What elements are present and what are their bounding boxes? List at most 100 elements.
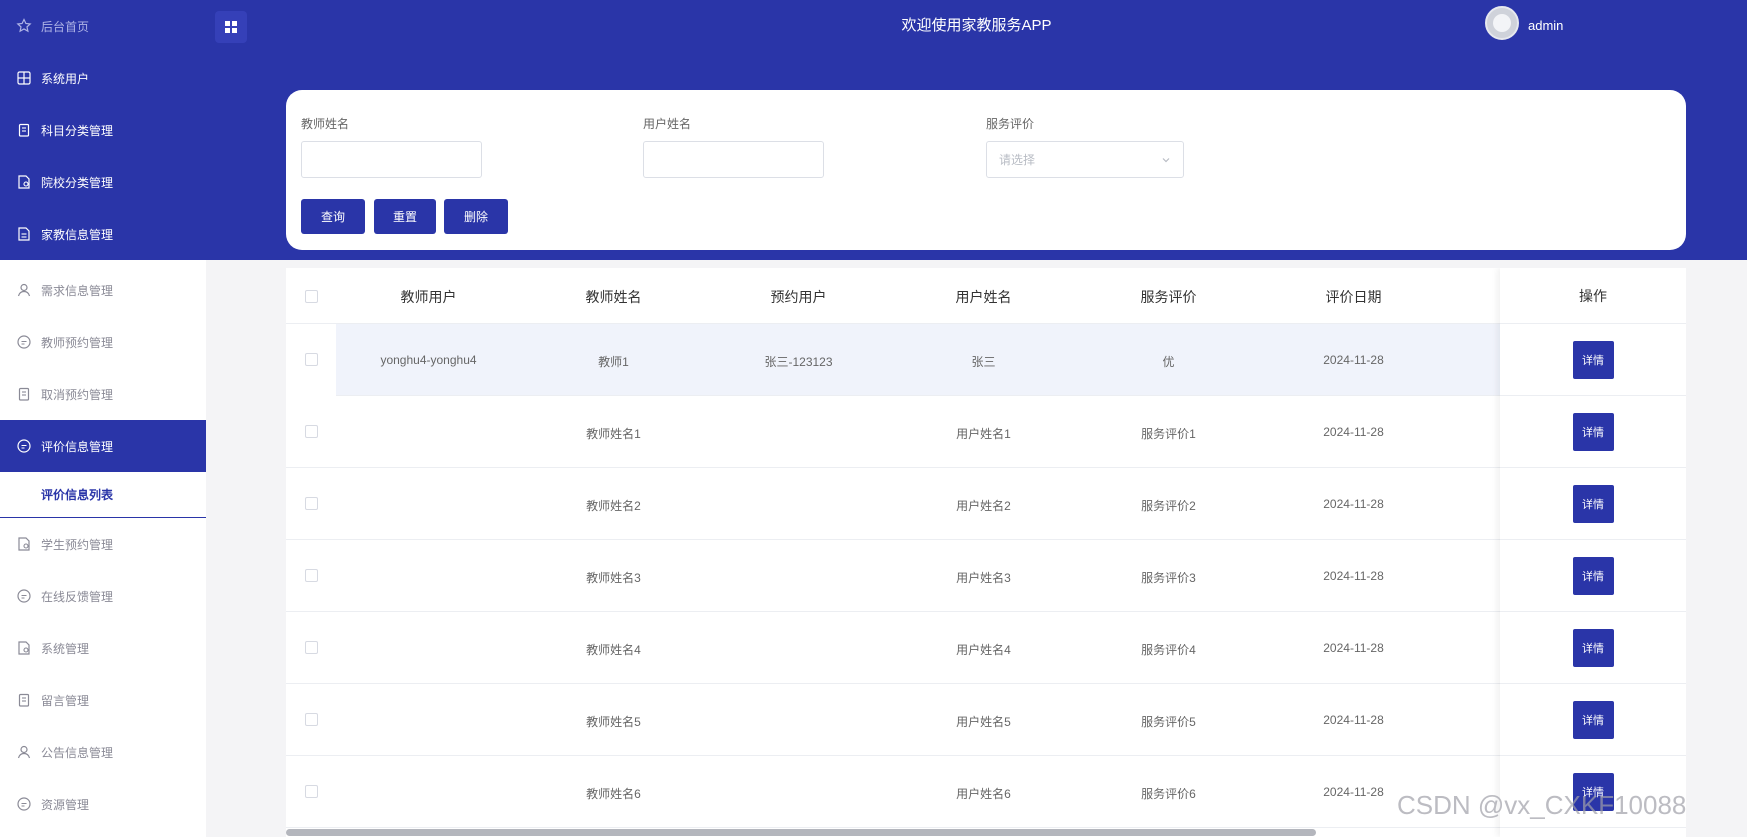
table-row[interactable]: 教师姓名2 用户姓名2 服务评价2 2024-11-28 [286,468,1686,540]
table-cell-rating: 服务评价2 [1141,499,1196,513]
table-cell-rating: 优 [1162,355,1175,369]
grid-icon [15,69,33,87]
column-header: 评价日期 [1325,289,1382,305]
table-cell-booking-user: 张三-123123 [764,355,833,369]
review-table: 教师用户 教师姓名 预约用户 用户姓名 服务评价 评价日期 yonghu4-yo… [286,268,1686,837]
row-checkbox[interactable] [305,641,318,654]
detail-button[interactable]: 详情 [1572,412,1614,451]
sidebar-item-school-category[interactable]: 院校分类管理 [0,156,206,208]
chevron-down-icon [1162,157,1170,162]
row-checkbox[interactable] [305,353,318,366]
sidebar-item-label: 留言管理 [41,693,90,708]
table-cell-user-name: 用户姓名2 [956,499,1011,513]
clipboard-icon [15,121,33,139]
table-cell-user-name: 用户姓名4 [956,643,1011,657]
select-all-checkbox[interactable] [305,290,318,303]
detail-button[interactable]: 详情 [1572,700,1614,739]
column-header: 服务评价 [1140,289,1197,305]
table-row[interactable]: yonghu4-yonghu4 教师1 张三-123123 张三 优 2024-11-28 [286,324,1686,396]
column-header: 用户姓名 [955,289,1012,305]
sidebar-item-label: 后台首页 [41,19,90,34]
sidebar-item-label: 学生预约管理 [41,537,114,552]
operations-cell: 详情 [1500,396,1686,468]
table-cell-date: 2024-11-28 [1323,713,1384,727]
query-button[interactable]: 查询 [301,199,365,234]
service-rating-select[interactable]: 请选择 [986,141,1184,178]
table-cell-teacher-user: yonghu4-yonghu4 [380,353,477,367]
chat-icon [15,587,33,605]
document-icon [15,225,33,243]
sidebar-item-label: 需求信息管理 [41,283,114,298]
table-cell-date: 2024-11-28 [1323,569,1384,583]
detail-button[interactable]: 详情 [1572,484,1614,523]
row-checkbox[interactable] [305,569,318,582]
table-row[interactable]: 教师姓名3 用户姓名3 服务评价3 2024-11-28 [286,540,1686,612]
user-name-label: 用户姓名 [643,117,692,131]
row-checkbox[interactable] [305,425,318,438]
sidebar-menu: 需求信息管理 教师预约管理 取消预约管理 评价信息管理 评价信息列表 学生预约管… [0,260,206,830]
table-cell-teacher-name: 教师姓名2 [586,499,641,513]
avatar[interactable] [1485,6,1519,40]
table-cell-date: 2024-11-28 [1323,425,1384,439]
row-checkbox[interactable] [305,713,318,726]
horizontal-scrollbar[interactable] [286,829,1316,836]
sidebar-item-label: 取消预约管理 [41,387,114,402]
sidebar-item-announcement[interactable]: 公告信息管理 [0,726,206,778]
table-cell-rating: 服务评价4 [1141,643,1196,657]
operations-cell: 详情 [1500,540,1686,612]
user-name-input[interactable] [643,141,824,178]
search-panel: 教师姓名 用户姓名 服务评价 请选择 查询 重置 删除 [286,90,1686,250]
detail-button[interactable]: 详情 [1572,340,1614,379]
document-icon [15,535,33,553]
table-cell-teacher-name: 教师1 [598,355,629,369]
sidebar-item-label: 系统管理 [41,641,90,656]
table-row[interactable]: 教师姓名4 用户姓名4 服务评价4 2024-11-28 [286,612,1686,684]
sidebar-item-cancel-booking[interactable]: 取消预约管理 [0,368,206,420]
sidebar-item-online-feedback[interactable]: 在线反馈管理 [0,570,206,622]
sidebar-item-tutor-info[interactable]: 家教信息管理 [0,208,206,260]
sidebar-item-system-users[interactable]: 系统用户 [0,52,206,104]
star-icon [15,17,33,35]
delete-button[interactable]: 删除 [444,199,508,234]
username[interactable]: admin [1528,18,1563,33]
table-cell-user-name: 用户姓名6 [956,787,1011,801]
select-placeholder: 请选择 [999,153,1036,167]
table-cell-date: 2024-11-28 [1323,353,1384,367]
sidebar: 后台首页 系统用户 科目分类管理 院校分类管理 家教信息管理 需求信息管理 教师… [0,0,206,837]
sidebar-item-label: 公告信息管理 [41,745,114,760]
service-rating-label: 服务评价 [986,117,1035,131]
chat-icon [15,437,33,455]
table-cell-user-name: 张三 [971,355,996,369]
sidebar-item-teacher-booking[interactable]: 教师预约管理 [0,316,206,368]
sidebar-item-demand-info[interactable]: 需求信息管理 [0,264,206,316]
detail-button[interactable]: 详情 [1572,628,1614,667]
sidebar-item-subject-category[interactable]: 科目分类管理 [0,104,206,156]
sidebar-item-review-info[interactable]: 评价信息管理 [0,420,206,472]
reset-button[interactable]: 重置 [374,199,436,234]
sidebar-item-label: 院校分类管理 [41,175,114,190]
table-cell-teacher-name: 教师姓名4 [586,643,641,657]
table-cell-date: 2024-11-28 [1323,641,1384,655]
teacher-name-input[interactable] [301,141,482,178]
sidebar-subitem-review-list[interactable]: 评价信息列表 [0,472,206,518]
table-cell-teacher-name: 教师姓名3 [586,571,641,585]
detail-button[interactable]: 详情 [1572,556,1614,595]
column-header: 教师姓名 [585,289,642,305]
column-header: 操作 [1579,287,1607,304]
chat-icon [15,795,33,813]
sidebar-item-resource[interactable]: 资源管理 [0,778,206,830]
table-cell-rating: 服务评价3 [1141,571,1196,585]
row-checkbox[interactable] [305,497,318,510]
sidebar-item-student-booking[interactable]: 学生预约管理 [0,518,206,570]
watermark: CSDN @vx_CXKF10088 [1397,790,1687,820]
table-row[interactable]: 教师姓名1 用户姓名1 服务评价1 2024-11-28 [286,396,1686,468]
sidebar-item-home[interactable]: 后台首页 [0,0,206,52]
sidebar-item-message-management[interactable]: 留言管理 [0,674,206,726]
table-cell-rating: 服务评价6 [1141,787,1196,801]
operations-cell: 详情 [1500,612,1686,684]
table-cell-teacher-name: 教师姓名6 [586,787,641,801]
row-checkbox[interactable] [305,785,318,798]
table-row[interactable]: 教师姓名5 用户姓名5 服务评价5 2024-11-28 [286,684,1686,756]
sidebar-item-system-management[interactable]: 系统管理 [0,622,206,674]
table-cell-teacher-name: 教师姓名1 [586,427,641,441]
